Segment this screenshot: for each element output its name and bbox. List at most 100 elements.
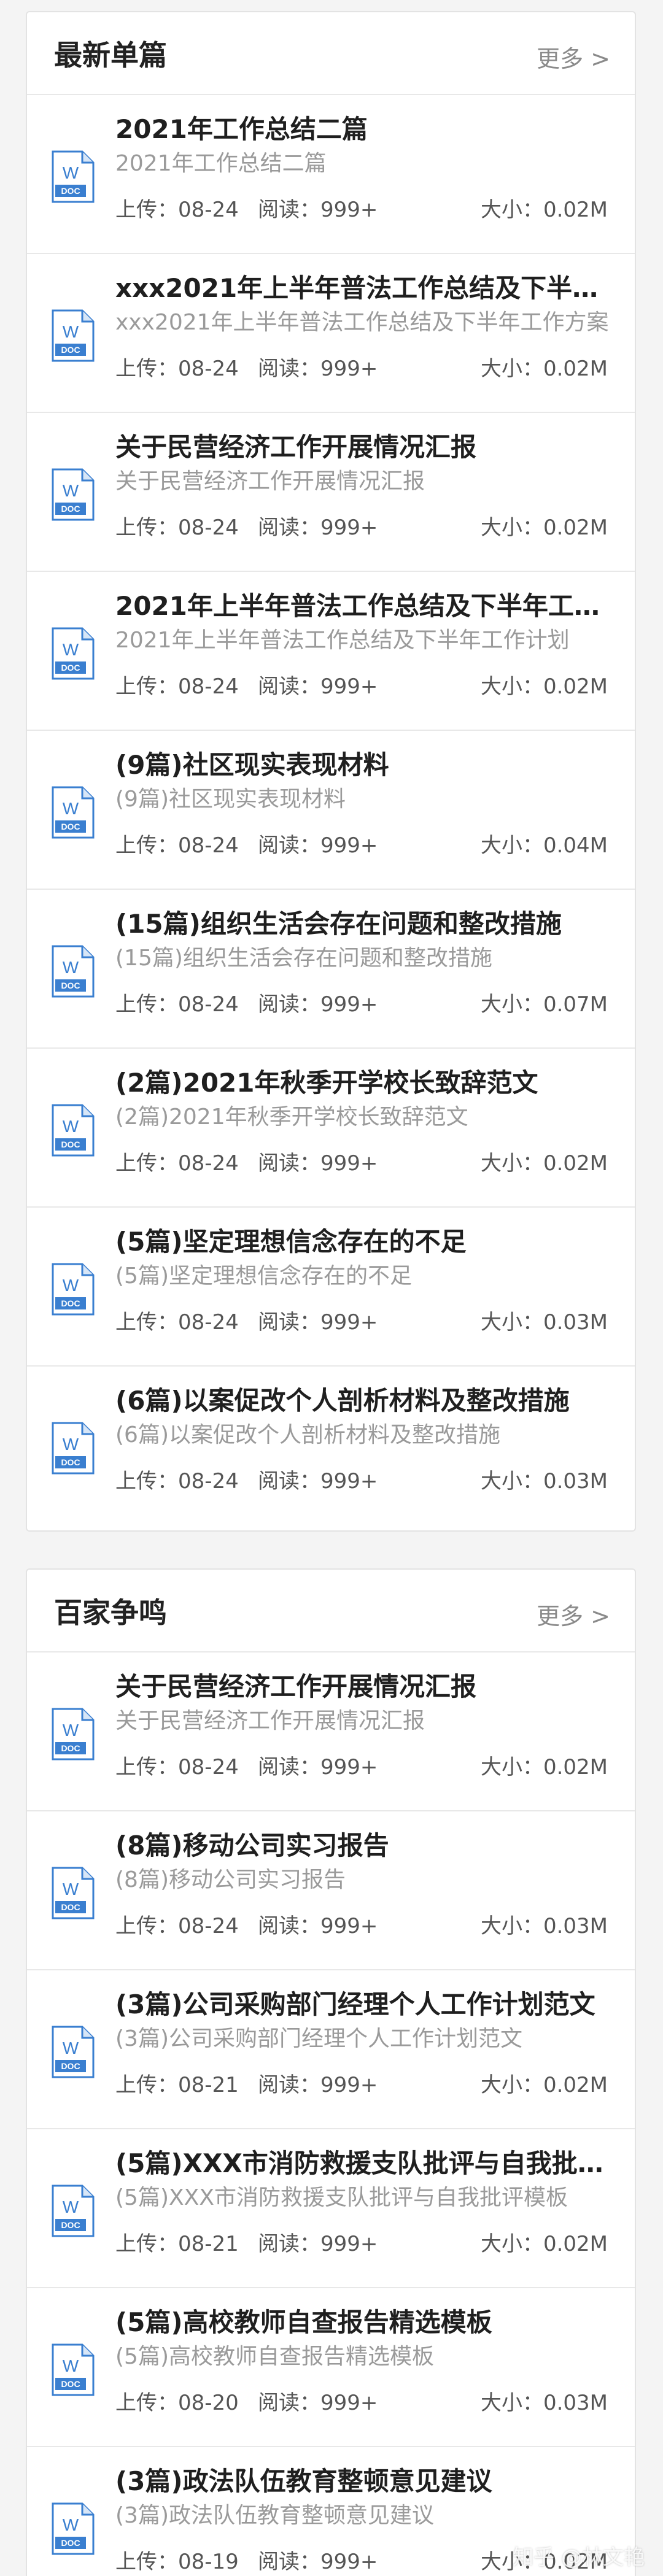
doc-list-item[interactable]: W DOC (8篇)移动公司实习报告 (8篇)移动公司实习报告 上传：08-24… xyxy=(27,1811,635,1970)
doc-list-item[interactable]: W DOC (5篇)XXX市消防救援支队批评与自我批评模板 (5篇)XXX市消防… xyxy=(27,2129,635,2288)
doc-subtitle: (5篇)XXX市消防救援支队批评与自我批评模板 xyxy=(115,2185,568,2210)
word-doc-icon: W DOC xyxy=(52,2185,95,2237)
icon-label: DOC xyxy=(61,2538,80,2548)
upload-date: 上传：08-21 xyxy=(115,2232,239,2256)
file-size: 大小：0.03M xyxy=(480,1310,608,1335)
doc-list: W DOC 2021年工作总结二篇 2021年工作总结二篇 上传：08-24 阅… xyxy=(27,95,635,1525)
upload-date: 上传：08-24 xyxy=(115,1914,239,1938)
file-size: 大小：0.02M xyxy=(480,515,608,540)
icon-letter: W xyxy=(63,958,79,977)
file-size: 大小：0.02M xyxy=(480,198,608,222)
upload-date: 上传：08-20 xyxy=(115,2391,239,2415)
doc-title[interactable]: (5篇)坚定理想信念存在的不足 xyxy=(115,1225,613,1259)
icon-label: DOC xyxy=(61,2379,80,2389)
file-size: 大小：0.03M xyxy=(480,1469,608,1494)
upload-date: 上传：08-24 xyxy=(115,1310,239,1335)
upload-date: 上传：08-24 xyxy=(115,833,239,858)
icon-letter: W xyxy=(63,1880,79,1899)
doc-subtitle: xxx2021年上半年普法工作总结及下半年工作方案 xyxy=(115,310,609,335)
doc-subtitle: (2篇)2021年秋季开学校长致辞范文 xyxy=(115,1105,468,1130)
icon-letter: W xyxy=(63,799,79,818)
icon-letter: W xyxy=(63,1721,79,1740)
doc-list-item[interactable]: W DOC (5篇)高校教师自查报告精选模板 (5篇)高校教师自查报告精选模板 … xyxy=(27,2288,635,2447)
file-size: 大小：0.02M xyxy=(480,1755,608,1780)
doc-title[interactable]: (2篇)2021年秋季开学校长致辞范文 xyxy=(115,1066,613,1100)
doc-subtitle: (5篇)高校教师自查报告精选模板 xyxy=(115,2344,434,2369)
doc-title[interactable]: (5篇)高校教师自查报告精选模板 xyxy=(115,2305,613,2340)
doc-list-item[interactable]: W DOC 关于民营经济工作开展情况汇报 关于民营经济工作开展情况汇报 上传：0… xyxy=(27,1652,635,1811)
word-doc-icon: W DOC xyxy=(52,1263,95,1316)
file-size: 大小：0.03M xyxy=(480,2391,608,2415)
doc-subtitle: (3篇)政法队伍教育整顿意见建议 xyxy=(115,2503,434,2528)
doc-list-item[interactable]: W DOC (5篇)坚定理想信念存在的不足 (5篇)坚定理想信念存在的不足 上传… xyxy=(27,1208,635,1367)
icon-label: DOC xyxy=(61,1140,80,1149)
word-doc-icon: W DOC xyxy=(52,468,95,521)
word-doc-icon: W DOC xyxy=(52,2026,95,2078)
read-count: 阅读：999+ xyxy=(258,992,378,1017)
icon-label: DOC xyxy=(61,1743,80,1753)
icon-letter: W xyxy=(63,2038,79,2057)
more-link[interactable]: 更多 > xyxy=(537,1603,610,1630)
upload-date: 上传：08-24 xyxy=(115,674,239,699)
doc-list-item[interactable]: W DOC (3篇)公司采购部门经理个人工作计划范文 (3篇)公司采购部门经理个… xyxy=(27,1970,635,2129)
doc-subtitle: 2021年工作总结二篇 xyxy=(115,151,327,176)
section-title: 百家争鸣 xyxy=(54,1596,167,1629)
upload-date: 上传：08-21 xyxy=(115,2073,239,2097)
doc-list-item[interactable]: W DOC (6篇)以案促改个人剖析材料及整改措施 (6篇)以案促改个人剖析材料… xyxy=(27,1367,635,1525)
doc-title[interactable]: 2021年工作总结二篇 xyxy=(115,112,613,147)
doc-title[interactable]: (5篇)XXX市消防救援支队批评与自我批评模板 xyxy=(115,2146,613,2181)
read-count: 阅读：999+ xyxy=(258,1310,378,1335)
upload-date: 上传：08-24 xyxy=(115,198,239,222)
more-link[interactable]: 更多 > xyxy=(537,45,610,72)
word-doc-icon: W DOC xyxy=(52,2343,95,2396)
doc-title[interactable]: 关于民营经济工作开展情况汇报 xyxy=(115,430,613,465)
icon-label: DOC xyxy=(61,1902,80,1912)
word-doc-icon: W DOC xyxy=(52,1104,95,1157)
read-count: 阅读：999+ xyxy=(258,1755,378,1780)
doc-list-item[interactable]: W DOC 关于民营经济工作开展情况汇报 关于民营经济工作开展情况汇报 上传：0… xyxy=(27,413,635,572)
hundred-schools-card: 百家争鸣 更多 > W DOC 关于民营经济工作开展情况汇报 关于民营经济工作开… xyxy=(26,1568,636,2576)
doc-title[interactable]: (6篇)以案促改个人剖析材料及整改措施 xyxy=(115,1384,613,1418)
file-size: 大小：0.02M xyxy=(480,1151,608,1176)
icon-letter: W xyxy=(63,1435,79,1454)
word-doc-icon: W DOC xyxy=(52,1708,95,1760)
doc-title[interactable]: 关于民营经济工作开展情况汇报 xyxy=(115,1670,613,1704)
doc-title[interactable]: (3篇)公司采购部门经理个人工作计划范文 xyxy=(115,1988,613,2022)
read-count: 阅读：999+ xyxy=(258,2391,378,2415)
doc-list-item[interactable]: W DOC 2021年工作总结二篇 2021年工作总结二篇 上传：08-24 阅… xyxy=(27,95,635,254)
doc-subtitle: (6篇)以案促改个人剖析材料及整改措施 xyxy=(115,1422,500,1448)
doc-subtitle: (9篇)社区现实表现材料 xyxy=(115,787,346,812)
doc-list-item[interactable]: W DOC (9篇)社区现实表现材料 (9篇)社区现实表现材料 上传：08-24… xyxy=(27,731,635,890)
icon-label: DOC xyxy=(61,345,80,355)
word-doc-icon: W DOC xyxy=(52,2502,95,2555)
icon-letter: W xyxy=(63,1117,79,1136)
read-count: 阅读：999+ xyxy=(258,357,378,381)
doc-subtitle: 2021年上半年普法工作总结及下半年工作计划 xyxy=(115,628,570,653)
doc-title[interactable]: 2021年上半年普法工作总结及下半年工作计划 xyxy=(115,589,613,623)
word-doc-icon: W DOC xyxy=(52,1422,95,1475)
read-count: 阅读：999+ xyxy=(258,1469,378,1494)
icon-letter: W xyxy=(63,640,79,659)
icon-label: DOC xyxy=(61,186,80,196)
card-header: 百家争鸣 更多 > xyxy=(27,1570,635,1652)
doc-list-item[interactable]: W DOC xxx2021年上半年普法工作总结及下半年工作计划 xxx2021年… xyxy=(27,254,635,413)
doc-list-item[interactable]: W DOC (15篇)组织生活会存在问题和整改措施 (15篇)组织生活会存在问题… xyxy=(27,890,635,1049)
doc-list-item[interactable]: W DOC (2篇)2021年秋季开学校长致辞范文 (2篇)2021年秋季开学校… xyxy=(27,1049,635,1208)
upload-date: 上传：08-24 xyxy=(115,1469,239,1494)
upload-date: 上传：08-19 xyxy=(115,2550,239,2574)
doc-title[interactable]: (8篇)移动公司实习报告 xyxy=(115,1829,613,1863)
doc-subtitle: (3篇)公司采购部门经理个人工作计划范文 xyxy=(115,2026,522,2051)
doc-title[interactable]: (9篇)社区现实表现材料 xyxy=(115,748,613,782)
doc-title[interactable]: (15篇)组织生活会存在问题和整改措施 xyxy=(115,907,613,941)
icon-letter: W xyxy=(63,481,79,500)
doc-title[interactable]: xxx2021年上半年普法工作总结及下半年工作计划 xyxy=(115,271,613,306)
file-size: 大小：0.04M xyxy=(480,833,608,858)
doc-title[interactable]: (3篇)政法队伍教育整顿意见建议 xyxy=(115,2464,613,2499)
word-doc-icon: W DOC xyxy=(52,945,95,998)
icon-letter: W xyxy=(63,163,79,182)
doc-list-item[interactable]: W DOC 2021年上半年普法工作总结及下半年工作计划 2021年上半年普法工… xyxy=(27,572,635,731)
icon-letter: W xyxy=(63,2197,79,2216)
icon-label: DOC xyxy=(61,663,80,673)
file-size: 大小：0.02M xyxy=(480,2232,608,2256)
doc-subtitle: (5篇)坚定理想信念存在的不足 xyxy=(115,1263,412,1289)
